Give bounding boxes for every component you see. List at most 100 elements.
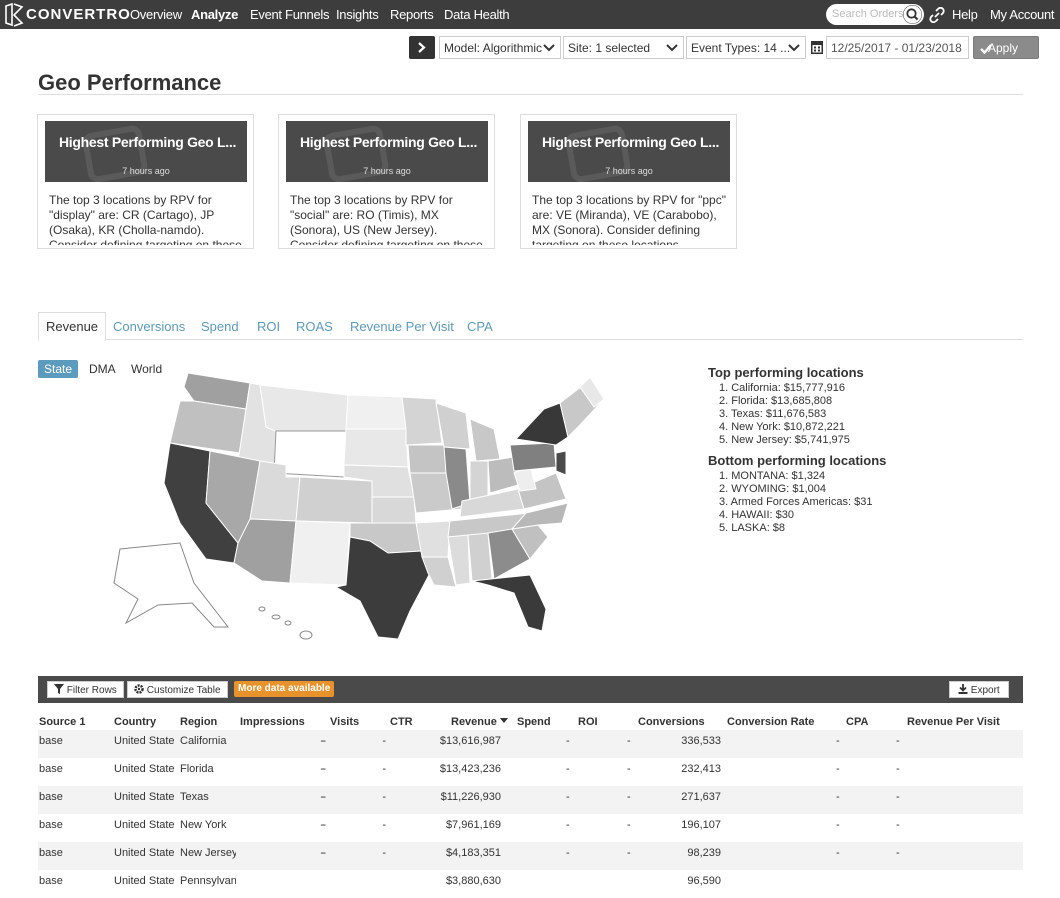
insight-card[interactable]: Highest Performing Geo L... 7 hours ago … — [278, 114, 495, 249]
table-cell: - — [836, 819, 840, 831]
col-header-region[interactable]: Region — [180, 716, 217, 728]
col-header-revenue-per-visit[interactable]: Revenue Per Visit — [907, 716, 1000, 728]
filter-toggle-button[interactable] — [409, 36, 435, 59]
insight-card-title: Highest Performing Geo L... — [542, 134, 720, 150]
insight-card-title: Highest Performing Geo L... — [300, 134, 478, 150]
map-state-kansas — [371, 496, 417, 524]
model-select[interactable]: Model: Algorithmic — [439, 36, 561, 59]
nav-insights[interactable]: Insights — [336, 7, 379, 22]
table-cell: - — [382, 763, 386, 775]
tab-conversions[interactable]: Conversions — [113, 319, 185, 334]
table-cell: $13,423,236 — [439, 763, 501, 775]
link-icon[interactable] — [929, 7, 945, 23]
nav-help[interactable]: Help — [952, 7, 978, 22]
nav-my-account[interactable]: My Account — [990, 7, 1055, 22]
date-range-value: 12/25/2017 - 01/23/2018 — [831, 41, 962, 55]
customize-table-label: Customize Table — [146, 685, 221, 696]
table-cell: - — [627, 735, 631, 747]
search-icon[interactable] — [903, 5, 922, 24]
table-cell: - — [836, 763, 840, 775]
insight-card[interactable]: Highest Performing Geo L... 7 hours ago … — [37, 114, 254, 249]
insight-card-text: The top 3 locations by RPV for "display"… — [49, 193, 242, 245]
insight-card[interactable]: Highest Performing Geo L... 7 hours ago … — [520, 114, 737, 249]
table-cell: - — [566, 763, 570, 775]
table-cell: - — [322, 819, 326, 831]
col-header-conversions[interactable]: Conversions — [638, 716, 705, 728]
table-cell: United State — [114, 763, 175, 775]
list-item: 1. California: $15,777,916 — [719, 382, 845, 394]
col-header-revenue-label: Revenue — [451, 716, 497, 728]
table-row[interactable]: base United State Florida - - - $13,423,236 - - 2… — [38, 758, 1023, 786]
nav-analyze[interactable]: Analyze — [191, 7, 238, 22]
nav-event-funnels[interactable]: Event Funnels — [250, 7, 330, 22]
col-header-revenue[interactable]: Revenue — [451, 716, 508, 728]
export-label: Export — [970, 685, 1000, 696]
site-select[interactable]: Site: 1 selected — [563, 36, 684, 59]
col-header-source[interactable]: Source 1 — [39, 716, 85, 728]
tab-cpa[interactable]: CPA — [467, 319, 493, 334]
table-cell: - — [836, 735, 840, 747]
convertro-logo-icon — [5, 3, 24, 27]
table-cell: - — [627, 763, 631, 775]
nav-data-health[interactable]: Data Health — [444, 7, 510, 22]
list-item: 5. New Jersey: $5,741,975 — [719, 434, 850, 446]
model-select-value: Model: Algorithmic — [444, 41, 543, 55]
map-option-state[interactable]: State — [38, 360, 78, 378]
table-cell: 98,239 — [687, 847, 721, 859]
calendar-icon[interactable] — [810, 39, 824, 55]
us-choropleth-map[interactable] — [110, 373, 610, 653]
date-range-input[interactable]: 12/25/2017 - 01/23/2018 — [826, 36, 969, 59]
table-row[interactable]: base United State Pennsylvan $3,880,630 96,5… — [38, 870, 1023, 898]
col-header-conversion-rate[interactable]: Conversion Rate — [727, 716, 814, 728]
event-types-select[interactable]: Event Types: 14 ... — [686, 36, 806, 59]
table-cell: - — [627, 819, 631, 831]
filter-bar: Model: Algorithmic Site: 1 selected Even… — [0, 33, 1060, 61]
table-cell: $3,880,630 — [445, 875, 501, 887]
table-cell: New Jersey — [180, 847, 236, 859]
list-item: 2. Florida: $13,685,808 — [719, 395, 833, 407]
check-icon — [980, 44, 992, 54]
table-cell: - — [627, 847, 631, 859]
table-row[interactable]: base United State Texas - - - $11,226,930 - - 271… — [38, 786, 1023, 814]
apply-button[interactable]: Apply — [973, 36, 1039, 59]
map-state-texas — [334, 536, 431, 640]
top-locations-list: 1. California: $15,777,916 2. Florida: $… — [719, 382, 886, 447]
more-data-badge[interactable]: More data available — [234, 681, 335, 697]
chevron-down-icon — [543, 44, 555, 52]
table-row[interactable]: base United State California - - - $13,616,987… — [38, 730, 1023, 758]
map-state-new-jersey — [555, 450, 567, 476]
col-header-country[interactable]: Country — [114, 716, 156, 728]
map-state-south-dakota — [343, 428, 409, 468]
col-header-roi[interactable]: ROI — [578, 716, 598, 728]
col-header-visits[interactable]: Visits — [330, 716, 359, 728]
event-types-select-value: Event Types: 14 ... — [691, 41, 791, 55]
tab-roi[interactable]: ROI — [257, 319, 280, 334]
table-row[interactable]: base United State New Jersey - - - $4,183,351 -… — [38, 842, 1023, 870]
list-item: 2. WYOMING: $1,004 — [719, 483, 826, 495]
tab-spend[interactable]: Spend — [201, 319, 239, 334]
table-toolbar: Filter Rows Customize Table More data av… — [38, 676, 1023, 703]
table-cell: - — [382, 735, 386, 747]
table-cell: - — [322, 847, 326, 859]
brand-name[interactable]: CONVERTRO — [26, 6, 131, 23]
nav-overview[interactable]: Overview — [130, 7, 182, 22]
col-header-cpa[interactable]: CPA — [846, 716, 868, 728]
site-select-value: Site: 1 selected — [568, 41, 651, 55]
map-state-montana — [259, 384, 349, 434]
col-header-spend[interactable]: Spend — [517, 716, 551, 728]
insight-card-text: The top 3 locations by RPV for "ppc" are… — [532, 193, 726, 245]
export-button[interactable]: Export — [949, 681, 1009, 698]
tab-revenue[interactable]: Revenue — [38, 312, 107, 341]
col-header-impressions[interactable]: Impressions — [240, 716, 305, 728]
map-state-new-york — [514, 402, 569, 446]
col-header-ctr[interactable]: CTR — [390, 716, 413, 728]
filter-rows-button[interactable]: Filter Rows — [47, 681, 124, 698]
customize-table-button[interactable]: Customize Table — [127, 681, 228, 698]
tab-revenue-per-visit[interactable]: Revenue Per Visit — [350, 319, 454, 334]
table-cell: - — [836, 847, 840, 859]
insight-card-title: Highest Performing Geo L... — [59, 134, 237, 150]
table-row[interactable]: base United State New York - - - $7,961,169 - - 1… — [38, 814, 1023, 842]
list-item: 4. New York: $10,872,221 — [719, 421, 845, 433]
tab-roas[interactable]: ROAS — [296, 319, 333, 334]
nav-reports[interactable]: Reports — [390, 7, 434, 22]
